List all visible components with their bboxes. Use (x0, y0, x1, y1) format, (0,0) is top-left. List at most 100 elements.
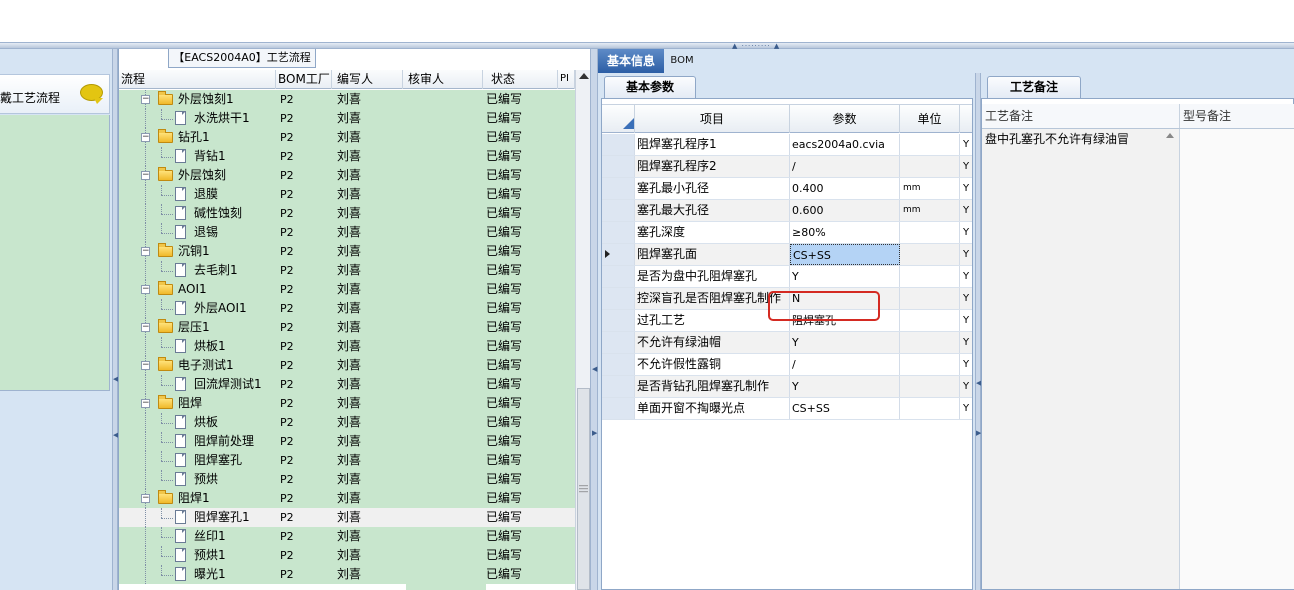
row-indicator[interactable] (602, 354, 635, 375)
flow-name-cell[interactable]: 预烘 (119, 470, 276, 489)
col-header-reviewer[interactable]: 核审人 (403, 70, 483, 89)
flow-name-cell[interactable]: 碱性蚀刻 (119, 204, 276, 223)
param-value-cell[interactable]: eacs2004a0.cvia (790, 134, 900, 155)
expand-middle-icon[interactable]: ▶ (592, 429, 597, 437)
flow-name-cell[interactable]: 阻焊前处理 (119, 432, 276, 451)
collapse-toggle-icon[interactable]: − (141, 285, 150, 294)
param-value-cell[interactable]: 0.600 (790, 200, 900, 221)
param-value-cell[interactable]: / (790, 354, 900, 375)
tab-basic-info[interactable]: 基本信息 (598, 49, 664, 73)
table-row[interactable]: 背钻1 P2 刘喜 已编写 (119, 147, 575, 166)
table-row[interactable]: 丝印1 P2 刘喜 已编写 (119, 527, 575, 546)
collapse-toggle-icon[interactable]: − (141, 247, 150, 256)
table-row[interactable]: 回流焊测试1 P2 刘喜 已编写 (119, 375, 575, 394)
tab-bom[interactable]: BOM (664, 49, 700, 73)
flow-name-cell[interactable]: − 钻孔1 (119, 128, 276, 147)
col-header-model-note[interactable]: 型号备注 (1180, 104, 1294, 128)
param-row[interactable]: 塞孔最大孔径 0.600 mm Y (602, 200, 972, 222)
tree-scrollbar[interactable]: ― ― ― (575, 70, 591, 590)
param-row[interactable]: 塞孔最小孔径 0.400 mm Y (602, 178, 972, 200)
flow-name-cell[interactable]: 背钻1 (119, 147, 276, 166)
col-header-author[interactable]: 编写人 (332, 70, 403, 89)
table-row[interactable]: − 电子测试1 P2 刘喜 已编写 (119, 356, 575, 375)
flow-name-cell[interactable]: − 外层蚀刻1 (119, 90, 276, 109)
col-header-unit[interactable]: 单位 (900, 105, 960, 133)
table-row[interactable]: 烘板1 P2 刘喜 已编写 (119, 337, 575, 356)
model-note-cell[interactable] (1180, 129, 1294, 589)
flow-name-cell[interactable]: − 沉铜1 (119, 242, 276, 261)
flow-name-cell[interactable]: 曝光1 (119, 565, 276, 584)
param-row[interactable]: 阻焊塞孔程序1 eacs2004a0.cvia Y (602, 134, 972, 156)
table-row[interactable]: 碱性蚀刻 P2 刘喜 已编写 (119, 204, 575, 223)
row-indicator[interactable] (602, 178, 635, 199)
table-row[interactable]: − 钻孔1 P2 刘喜 已编写 (119, 128, 575, 147)
table-row[interactable]: − 阻焊1 P2 刘喜 已编写 (119, 489, 575, 508)
row-indicator[interactable] (602, 398, 635, 419)
table-row[interactable]: 烘板 P2 刘喜 已编写 (119, 413, 575, 432)
flow-name-cell[interactable]: − 阻焊1 (119, 489, 276, 508)
flow-name-cell[interactable]: 阻焊塞孔 (119, 451, 276, 470)
chat-bubble-icon[interactable] (80, 84, 103, 104)
tab-basic-params[interactable]: 基本参数 (604, 76, 696, 98)
flow-name-cell[interactable]: 阻焊塞孔1 (119, 508, 276, 527)
param-row[interactable]: 不允许假性露铜 / Y (602, 354, 972, 376)
col-header-process-note[interactable]: 工艺备注 (982, 104, 1180, 128)
row-indicator[interactable] (602, 156, 635, 177)
table-row[interactable]: 阻焊塞孔1 P2 刘喜 已编写 (119, 508, 575, 527)
note-scroll-up-icon[interactable] (1166, 133, 1174, 138)
col-header-bom[interactable]: BOM工厂 (276, 70, 332, 89)
middle-splitter[interactable]: ◀ ▶ (590, 49, 598, 590)
param-row[interactable]: 塞孔深度 ≥80% Y (602, 222, 972, 244)
col-header-flow[interactable]: 流程 (119, 70, 276, 89)
col-header-item[interactable]: 项目 (635, 105, 790, 133)
collapse-toggle-icon[interactable]: − (141, 323, 150, 332)
table-row[interactable]: − AOI1 P2 刘喜 已编写 (119, 280, 575, 299)
row-indicator[interactable] (602, 266, 635, 287)
flow-name-cell[interactable]: 退锡 (119, 223, 276, 242)
flow-name-cell[interactable]: 烘板 (119, 413, 276, 432)
table-row[interactable]: 阻焊前处理 P2 刘喜 已编写 (119, 432, 575, 451)
table-row[interactable]: 曝光1 P2 刘喜 已编写 (119, 565, 575, 584)
scroll-up-icon[interactable] (579, 73, 589, 79)
collapse-toggle-icon[interactable]: − (141, 171, 150, 180)
table-row[interactable]: 预烘 P2 刘喜 已编写 (119, 470, 575, 489)
param-row[interactable]: 是否背钻孔阻焊塞孔制作 Y Y (602, 376, 972, 398)
flow-name-cell[interactable]: 丝印1 (119, 527, 276, 546)
flow-name-cell[interactable]: 去毛刺1 (119, 261, 276, 280)
horizontal-splitter[interactable]: ▲ ········· ▲ (0, 42, 1294, 50)
param-value-cell[interactable]: Y (790, 376, 900, 397)
col-header-status[interactable]: 状态 (483, 70, 558, 89)
table-row[interactable]: 阻焊塞孔 P2 刘喜 已编写 (119, 451, 575, 470)
param-row[interactable]: 是否为盘中孔阻焊塞孔 Y Y (602, 266, 972, 288)
param-value-cell[interactable]: CS+SS (790, 398, 900, 419)
collapse-toggle-icon[interactable]: − (141, 361, 150, 370)
table-row[interactable]: − 外层蚀刻1 P2 刘喜 已编写 (119, 90, 575, 109)
param-value-cell[interactable]: ≥80% (790, 222, 900, 243)
collapse-middle-icon[interactable]: ◀ (592, 365, 597, 373)
flow-name-cell[interactable]: − AOI1 (119, 280, 276, 299)
tab-process-notes[interactable]: 工艺备注 (987, 76, 1081, 98)
left-nav-header[interactable]: 戴工艺流程 (0, 74, 110, 114)
flow-name-cell[interactable]: − 电子测试1 (119, 356, 276, 375)
param-value-cell[interactable]: 0.400 (790, 178, 900, 199)
table-row[interactable]: 外层AOI1 P2 刘喜 已编写 (119, 299, 575, 318)
param-row[interactable]: 单面开窗不掏曝光点 CS+SS Y (602, 398, 972, 420)
table-row[interactable]: 水洗烘干1 P2 刘喜 已编写 (119, 109, 575, 128)
flow-name-cell[interactable]: 回流焊测试1 (119, 375, 276, 394)
col-header-pi[interactable]: PI (558, 70, 575, 89)
param-row[interactable]: 不允许有绿油帽 Y Y (602, 332, 972, 354)
table-row[interactable]: − 外层蚀刻 P2 刘喜 已编写 (119, 166, 575, 185)
row-indicator[interactable] (602, 134, 635, 155)
flow-name-cell[interactable]: − 阻焊 (119, 394, 276, 413)
row-indicator[interactable] (602, 222, 635, 243)
row-indicator[interactable] (602, 200, 635, 221)
flow-name-cell[interactable]: − 层压1 (119, 318, 276, 337)
param-value-cell[interactable]: CS+SS (790, 244, 900, 265)
table-row[interactable]: − 层压1 P2 刘喜 已编写 (119, 318, 575, 337)
collapse-toggle-icon[interactable]: − (141, 399, 150, 408)
flow-name-cell[interactable]: 退膜 (119, 185, 276, 204)
table-row[interactable]: 退膜 P2 刘喜 已编写 (119, 185, 575, 204)
row-indicator[interactable] (602, 244, 635, 265)
flow-name-cell[interactable]: 烘板1 (119, 337, 276, 356)
param-row[interactable]: 阻焊塞孔程序2/ Y (602, 156, 972, 178)
